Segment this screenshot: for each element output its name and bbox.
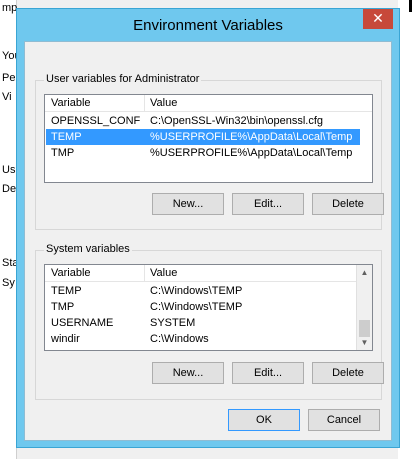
list-header: Variable Value [45,95,372,112]
user-new-button[interactable]: New... [152,193,224,215]
background-text: Pe [2,72,16,84]
table-row[interactable]: TMP C:\Windows\TEMP [46,299,344,315]
system-edit-button[interactable]: Edit... [232,362,304,384]
system-variables-label: System variables [44,243,132,255]
table-row-selected[interactable]: TEMP %USERPROFILE%\AppData\Local\Temp [46,129,360,145]
system-delete-button[interactable]: Delete [312,362,384,384]
table-row[interactable]: windir C:\Windows [46,331,344,347]
table-row[interactable]: TEMP C:\Windows\TEMP [46,283,344,299]
close-icon: ✕ [372,10,384,26]
down-arrow-icon[interactable]: ▼ [357,335,372,350]
background-window-right [398,0,418,459]
column-header-variable[interactable]: Variable [51,267,91,279]
system-variables-list[interactable]: Variable Value TEMP C:\Windows\TEMP TMP … [44,264,373,351]
cancel-button[interactable]: Cancel [308,409,380,431]
user-edit-button[interactable]: Edit... [232,193,304,215]
background-text: De [2,183,17,195]
user-delete-button[interactable]: Delete [312,193,384,215]
background-text: Vi [2,91,12,103]
column-header-variable[interactable]: Variable [51,97,91,109]
background-decoration [409,0,412,12]
up-arrow-icon[interactable]: ▲ [357,265,372,280]
background-window: mp You Pe Vi Us De Sta Sy [0,0,21,459]
user-variables-list[interactable]: Variable Value OPENSSL_CONF C:\OpenSSL-W… [44,94,373,183]
table-row[interactable]: TMP %USERPROFILE%\AppData\Local\Temp [46,145,360,161]
column-header-value[interactable]: Value [150,97,177,109]
dialog-title: Environment Variables [133,17,283,34]
table-row[interactable]: USERNAME SYSTEM [46,315,344,331]
table-row[interactable]: OPENSSL_CONF C:\OpenSSL-Win32\bin\openss… [46,113,360,129]
dialog-body: User variables for Administrator Variabl… [24,41,392,441]
background-text: mp [2,2,18,14]
environment-variables-dialog: Environment Variables ✕ User variables f… [16,8,400,448]
vertical-scrollbar[interactable]: ▲ ▼ [356,265,372,350]
title-bar[interactable]: Environment Variables ✕ [17,9,399,41]
user-variables-label: User variables for Administrator [44,73,202,85]
system-new-button[interactable]: New... [152,362,224,384]
column-header-value[interactable]: Value [150,267,177,279]
close-button[interactable]: ✕ [363,9,393,29]
ok-button[interactable]: OK [228,409,300,431]
background-text: Us [2,164,16,176]
background-text: Sy [2,277,15,289]
list-header: Variable Value [45,265,372,282]
